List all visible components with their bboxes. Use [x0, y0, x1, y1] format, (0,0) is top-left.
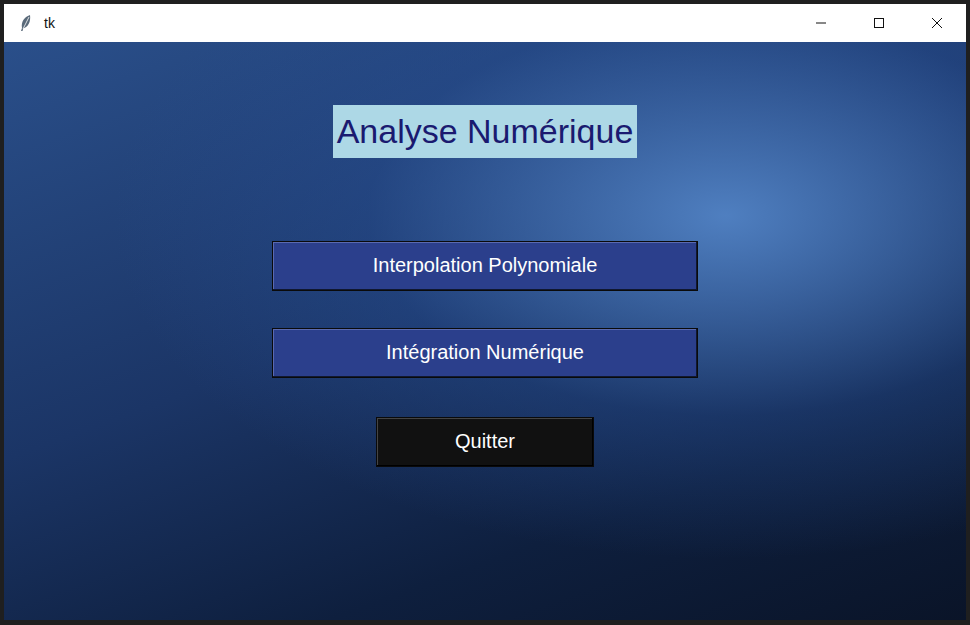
title-bar: tk	[4, 4, 966, 42]
minimize-icon	[815, 17, 827, 29]
app-window: tk Analyse Numérique Interpolation Polynom…	[0, 0, 970, 625]
quit-button[interactable]: Quitter	[376, 417, 594, 467]
close-button[interactable]	[908, 4, 966, 42]
window-title: tk	[44, 15, 55, 31]
button-list: Interpolation Polynomiale Intégration Num…	[272, 241, 698, 467]
maximize-icon	[873, 17, 885, 29]
heading-label: Analyse Numérique	[333, 105, 638, 158]
close-icon	[931, 17, 943, 29]
minimize-button[interactable]	[792, 4, 850, 42]
menu-button[interactable]: Interpolation Polynomiale	[272, 241, 698, 291]
feather-icon	[18, 14, 34, 32]
menu-button[interactable]: Intégration Numérique	[272, 328, 698, 378]
background-image: Analyse Numérique Interpolation Polynomia…	[4, 42, 966, 620]
maximize-button[interactable]	[850, 4, 908, 42]
